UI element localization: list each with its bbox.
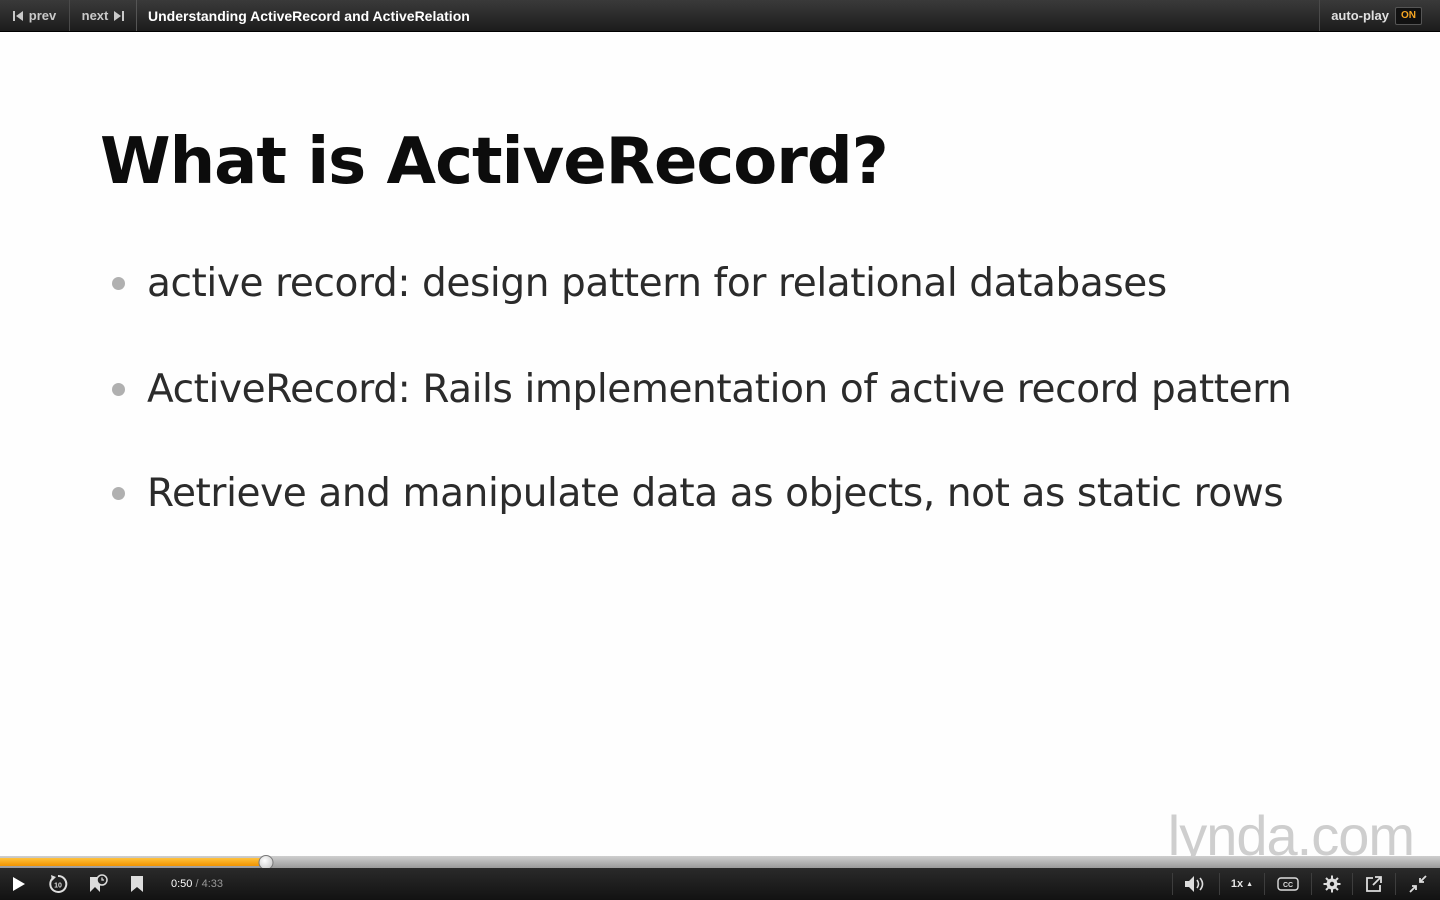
gear-icon <box>1323 875 1341 893</box>
bookmark-time-icon <box>88 874 108 894</box>
time-display: 0:50 / 4:33 <box>171 878 223 890</box>
bookmark-button[interactable] <box>118 868 156 900</box>
caret-up-icon: ▲ <box>1246 880 1254 888</box>
lesson-top-bar: prev next Understanding ActiveRecord and… <box>0 0 1440 32</box>
speed-label: 1x <box>1230 878 1244 890</box>
play-icon <box>12 876 26 892</box>
bullet-dot-icon <box>112 383 125 396</box>
skip-forward-icon <box>114 10 125 21</box>
autoplay-control[interactable]: auto-play ON <box>1319 0 1440 31</box>
rewind-10-icon: 10 <box>48 874 68 894</box>
add-timed-bookmark-button[interactable] <box>78 868 118 900</box>
duration: 4:33 <box>201 878 224 890</box>
next-label: next <box>81 8 109 23</box>
progress-fill <box>0 858 267 866</box>
skip-back-icon <box>12 10 23 21</box>
play-button[interactable] <box>0 868 38 900</box>
current-time: 0:50 <box>171 878 193 890</box>
settings-button[interactable] <box>1312 868 1352 900</box>
svg-text:CC: CC <box>1283 882 1293 889</box>
prev-label: prev <box>28 8 57 23</box>
bullet-dot-icon <box>112 487 125 500</box>
progress-bar[interactable] <box>0 855 1440 870</box>
cc-icon: CC <box>1277 877 1299 891</box>
playback-speed-button[interactable]: 1x ▲ <box>1220 868 1264 900</box>
slide-title: What is ActiveRecord? <box>100 125 889 199</box>
bullet-text: ActiveRecord: Rails implementation of ac… <box>147 367 1292 412</box>
next-button[interactable]: next <box>70 0 137 31</box>
bullet-text: active record: design pattern for relati… <box>147 261 1167 306</box>
bullet-dot-icon <box>112 277 125 290</box>
volume-button[interactable] <box>1173 868 1219 900</box>
autoplay-label: auto-play <box>1331 8 1389 23</box>
svg-text:10: 10 <box>54 883 62 890</box>
volume-icon <box>1184 875 1208 893</box>
bullet-item: Retrieve and manipulate data as objects,… <box>112 471 1284 516</box>
popout-icon <box>1365 875 1383 893</box>
prev-button[interactable]: prev <box>0 0 70 31</box>
bullet-item: active record: design pattern for relati… <box>112 261 1167 306</box>
exit-fullscreen-button[interactable] <box>1396 868 1440 900</box>
autoplay-toggle[interactable]: ON <box>1395 6 1422 25</box>
video-slide: What is ActiveRecord? active record: des… <box>0 33 1440 867</box>
bookmark-icon <box>130 875 144 893</box>
bullet-text: Retrieve and manipulate data as objects,… <box>147 471 1284 516</box>
exit-fullscreen-icon <box>1409 875 1427 893</box>
rewind-10-button[interactable]: 10 <box>38 868 78 900</box>
popout-button[interactable] <box>1353 868 1395 900</box>
bullet-item: ActiveRecord: Rails implementation of ac… <box>112 367 1292 412</box>
time-separator: / <box>195 878 199 890</box>
closed-captions-button[interactable]: CC <box>1265 868 1311 900</box>
lesson-title: Understanding ActiveRecord and ActiveRel… <box>148 7 470 24</box>
player-controls: 10 0:50 / 4:33 1x ▲ CC <box>0 868 1440 900</box>
